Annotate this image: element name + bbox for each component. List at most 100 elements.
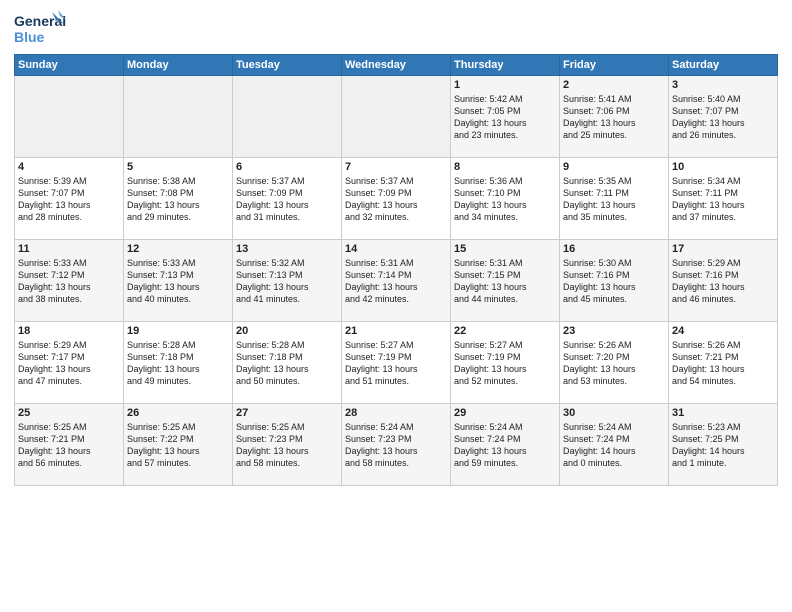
day-info: Sunrise: 5:27 AM Sunset: 7:19 PM Dayligh… [345,339,447,388]
calendar-cell: 6 Sunrise: 5:37 AM Sunset: 7:09 PM Daylig… [233,158,342,240]
weekday-header-row: SundayMondayTuesdayWednesdayThursdayFrid… [15,55,778,76]
day-number: 22 [454,325,556,337]
day-info: Sunrise: 5:23 AM Sunset: 7:25 PM Dayligh… [672,421,774,470]
calendar-body: 1 Sunrise: 5:42 AM Sunset: 7:05 PM Daylig… [15,76,778,486]
calendar-cell: 23Sunrise: 5:26 AM Sunset: 7:20 PM Dayli… [560,322,669,404]
day-number: 1 [454,79,556,91]
calendar-table: SundayMondayTuesdayWednesdayThursdayFrid… [14,54,778,486]
calendar-cell: 11 Sunrise: 5:33 AM Sunset: 7:12 PM Dayli… [15,240,124,322]
calendar-cell [342,76,451,158]
calendar-week-row: 4 Sunrise: 5:39 AM Sunset: 7:07 PM Daylig… [15,158,778,240]
calendar-cell: 31 Sunrise: 5:23 AM Sunset: 7:25 PM Dayli… [669,404,778,486]
logo-svg: GeneralBlue [14,10,66,48]
calendar-week-row: 1 Sunrise: 5:42 AM Sunset: 7:05 PM Daylig… [15,76,778,158]
calendar-cell: 24 Sunrise: 5:26 AM Sunset: 7:21 PM Dayli… [669,322,778,404]
day-number: 24 [672,325,774,337]
day-number: 27 [236,407,338,419]
day-number: 28 [345,407,447,419]
day-number: 10 [672,161,774,173]
weekday-header: Wednesday [342,55,451,76]
calendar-cell: 8 Sunrise: 5:36 AM Sunset: 7:10 PM Daylig… [451,158,560,240]
day-info: Sunrise: 5:25 AM Sunset: 7:22 PM Dayligh… [127,421,229,470]
weekday-header: Thursday [451,55,560,76]
day-info: Sunrise: 5:29 AM Sunset: 7:16 PM Dayligh… [672,257,774,306]
day-number: 30 [563,407,665,419]
day-info: Sunrise: 5:38 AM Sunset: 7:08 PM Dayligh… [127,175,229,224]
day-info: Sunrise: 5:31 AM Sunset: 7:14 PM Dayligh… [345,257,447,306]
day-number: 6 [236,161,338,173]
calendar-cell: 25 Sunrise: 5:25 AM Sunset: 7:21 PM Dayli… [15,404,124,486]
weekday-header: Sunday [15,55,124,76]
calendar-cell: 1 Sunrise: 5:42 AM Sunset: 7:05 PM Daylig… [451,76,560,158]
day-info: Sunrise: 5:33 AM Sunset: 7:12 PM Dayligh… [18,257,120,306]
calendar-cell: 16Sunrise: 5:30 AM Sunset: 7:16 PM Dayli… [560,240,669,322]
day-number: 2 [563,79,665,91]
calendar-cell [124,76,233,158]
calendar-cell: 22Sunrise: 5:27 AM Sunset: 7:19 PM Dayli… [451,322,560,404]
day-number: 31 [672,407,774,419]
calendar-week-row: 18 Sunrise: 5:29 AM Sunset: 7:17 PM Dayli… [15,322,778,404]
day-number: 4 [18,161,120,173]
day-info: Sunrise: 5:24 AM Sunset: 7:24 PM Dayligh… [563,421,665,470]
day-info: Sunrise: 5:29 AM Sunset: 7:17 PM Dayligh… [18,339,120,388]
day-number: 25 [18,407,120,419]
calendar-cell: 4 Sunrise: 5:39 AM Sunset: 7:07 PM Daylig… [15,158,124,240]
day-info: Sunrise: 5:41 AM Sunset: 7:06 PM Dayligh… [563,93,665,142]
calendar-cell: 15 Sunrise: 5:31 AM Sunset: 7:15 PM Dayli… [451,240,560,322]
calendar-week-row: 11 Sunrise: 5:33 AM Sunset: 7:12 PM Dayli… [15,240,778,322]
calendar-week-row: 25 Sunrise: 5:25 AM Sunset: 7:21 PM Dayli… [15,404,778,486]
day-number: 26 [127,407,229,419]
calendar-container: GeneralBlue SundayMondayTuesdayWednesday… [0,0,792,612]
calendar-cell: 29Sunrise: 5:24 AM Sunset: 7:24 PM Dayli… [451,404,560,486]
day-info: Sunrise: 5:36 AM Sunset: 7:10 PM Dayligh… [454,175,556,224]
calendar-cell: 3 Sunrise: 5:40 AM Sunset: 7:07 PM Daylig… [669,76,778,158]
weekday-header: Saturday [669,55,778,76]
weekday-header: Tuesday [233,55,342,76]
day-info: Sunrise: 5:26 AM Sunset: 7:21 PM Dayligh… [672,339,774,388]
day-number: 12 [127,243,229,255]
day-number: 17 [672,243,774,255]
day-info: Sunrise: 5:39 AM Sunset: 7:07 PM Dayligh… [18,175,120,224]
day-info: Sunrise: 5:37 AM Sunset: 7:09 PM Dayligh… [345,175,447,224]
day-info: Sunrise: 5:24 AM Sunset: 7:23 PM Dayligh… [345,421,447,470]
day-number: 13 [236,243,338,255]
day-info: Sunrise: 5:34 AM Sunset: 7:11 PM Dayligh… [672,175,774,224]
calendar-cell: 26 Sunrise: 5:25 AM Sunset: 7:22 PM Dayli… [124,404,233,486]
calendar-cell: 18 Sunrise: 5:29 AM Sunset: 7:17 PM Dayli… [15,322,124,404]
day-number: 8 [454,161,556,173]
calendar-cell: 13 Sunrise: 5:32 AM Sunset: 7:13 PM Dayli… [233,240,342,322]
day-info: Sunrise: 5:25 AM Sunset: 7:23 PM Dayligh… [236,421,338,470]
calendar-cell: 30 Sunrise: 5:24 AM Sunset: 7:24 PM Dayli… [560,404,669,486]
calendar-cell: 27 Sunrise: 5:25 AM Sunset: 7:23 PM Dayli… [233,404,342,486]
day-info: Sunrise: 5:42 AM Sunset: 7:05 PM Dayligh… [454,93,556,142]
day-info: Sunrise: 5:37 AM Sunset: 7:09 PM Dayligh… [236,175,338,224]
day-info: Sunrise: 5:25 AM Sunset: 7:21 PM Dayligh… [18,421,120,470]
svg-text:Blue: Blue [14,29,45,45]
day-info: Sunrise: 5:31 AM Sunset: 7:15 PM Dayligh… [454,257,556,306]
day-info: Sunrise: 5:35 AM Sunset: 7:11 PM Dayligh… [563,175,665,224]
day-number: 18 [18,325,120,337]
day-info: Sunrise: 5:32 AM Sunset: 7:13 PM Dayligh… [236,257,338,306]
day-number: 15 [454,243,556,255]
calendar-cell: 21Sunrise: 5:27 AM Sunset: 7:19 PM Dayli… [342,322,451,404]
day-info: Sunrise: 5:33 AM Sunset: 7:13 PM Dayligh… [127,257,229,306]
day-number: 9 [563,161,665,173]
calendar-cell: 7 Sunrise: 5:37 AM Sunset: 7:09 PM Daylig… [342,158,451,240]
calendar-cell: 20Sunrise: 5:28 AM Sunset: 7:18 PM Dayli… [233,322,342,404]
day-number: 19 [127,325,229,337]
day-number: 3 [672,79,774,91]
calendar-cell: 10 Sunrise: 5:34 AM Sunset: 7:11 PM Dayli… [669,158,778,240]
calendar-cell: 5Sunrise: 5:38 AM Sunset: 7:08 PM Daylig… [124,158,233,240]
day-number: 7 [345,161,447,173]
day-info: Sunrise: 5:40 AM Sunset: 7:07 PM Dayligh… [672,93,774,142]
calendar-cell: 19Sunrise: 5:28 AM Sunset: 7:18 PM Dayli… [124,322,233,404]
weekday-header: Monday [124,55,233,76]
weekday-header: Friday [560,55,669,76]
day-number: 11 [18,243,120,255]
calendar-cell [15,76,124,158]
calendar-cell: 14Sunrise: 5:31 AM Sunset: 7:14 PM Dayli… [342,240,451,322]
calendar-cell: 28 Sunrise: 5:24 AM Sunset: 7:23 PM Dayli… [342,404,451,486]
calendar-cell [233,76,342,158]
calendar-thead: SundayMondayTuesdayWednesdayThursdayFrid… [15,55,778,76]
logo: GeneralBlue [14,10,66,48]
